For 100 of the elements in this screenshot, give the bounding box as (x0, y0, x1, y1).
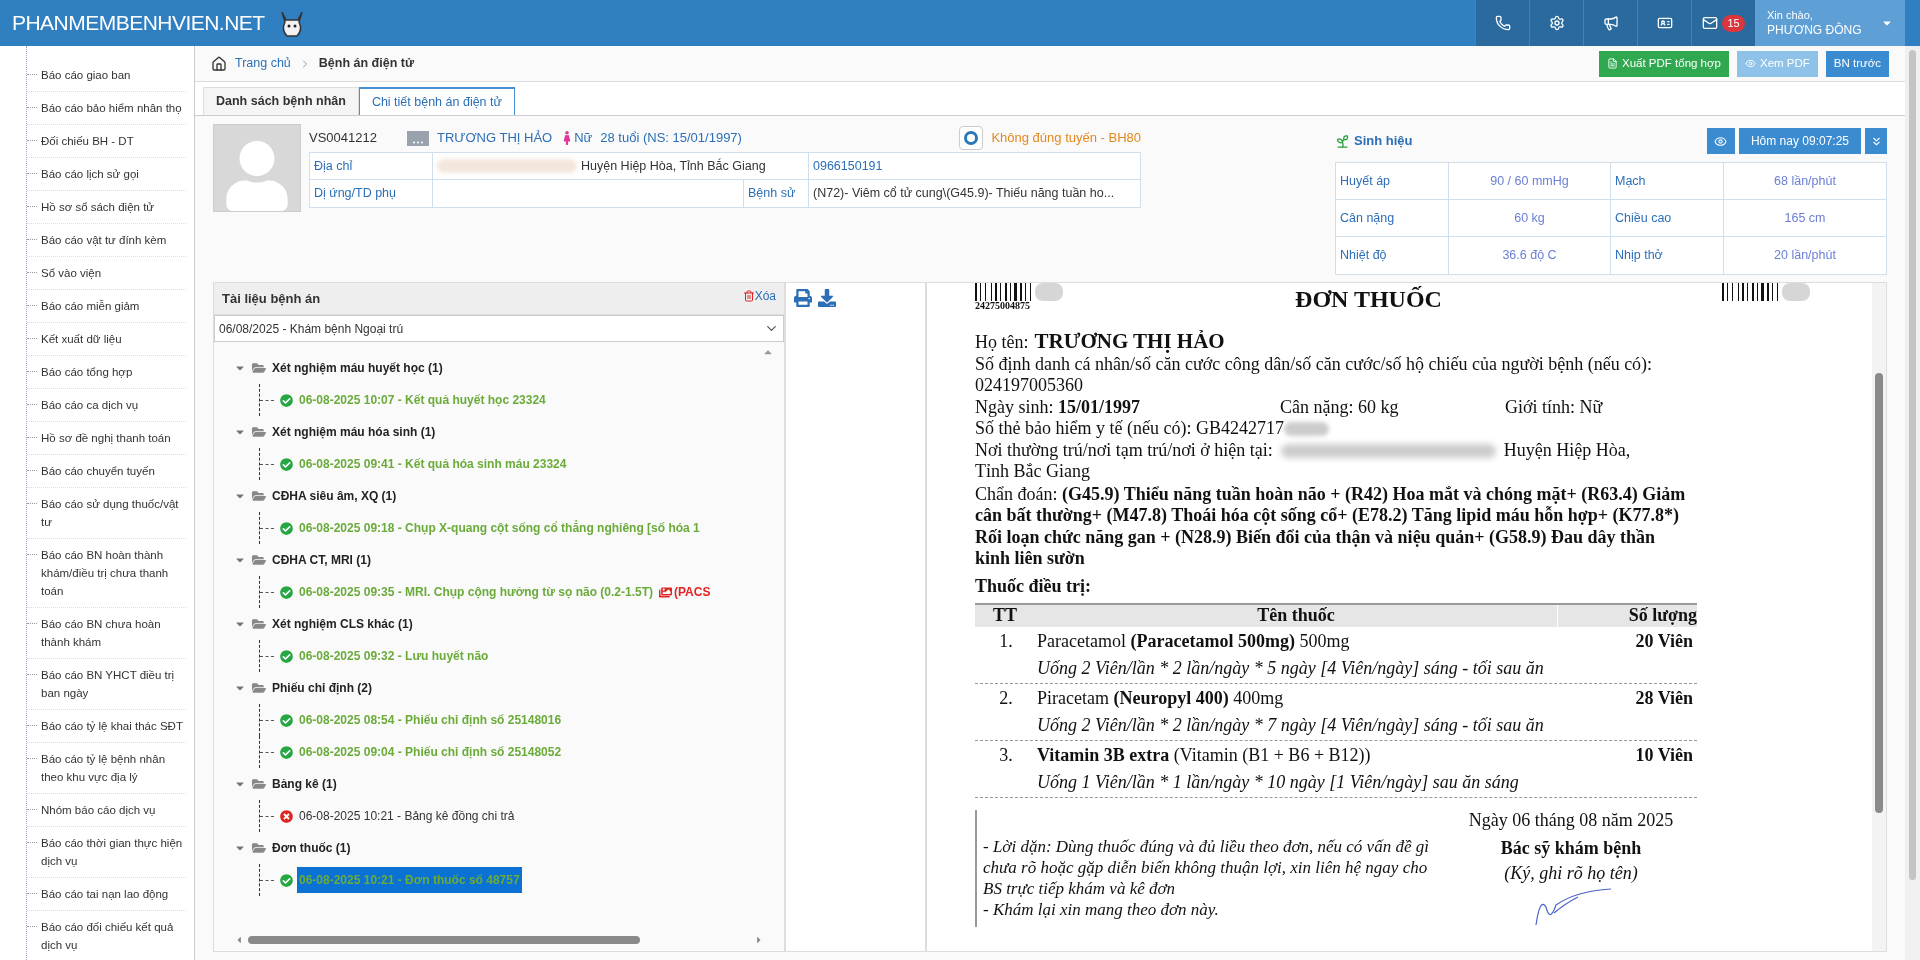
column-header: Tên thuốc (1256, 605, 1336, 627)
group-label: Xét nghiệm CLS khác (1) (272, 616, 413, 633)
megaphone-icon (1602, 15, 1619, 31)
folder-icon (252, 681, 266, 695)
sidebar-item[interactable]: Báo cáo tỷ lệ khai thác SĐT (41, 717, 186, 735)
sex-text: Giới tính: Nữ (1505, 396, 1603, 418)
address-text: Huyện Hiệp Hòa, (1503, 439, 1631, 460)
vital-value: 60 kg (1449, 200, 1611, 236)
diagnosis-text: Chẩn đoán: (G45.9) Thiểu năng tuần hoàn não + (R42) Hoa mắt và chóng mặt+ (R63.4) Giảm cân bất thường+ (M47.8) Thoái hóa cột sống cổ+ (E78.2) Tăng lipid máu hỗn hợp+ (K77.8*) Rối loạn chức năng gan + (N28.9) Biến đổi của thận và niệu quản+ (G58.9) Đau dây thần kinh liên sườn (975, 483, 1687, 570)
sidebar-item[interactable]: Báo cáo sử dụng thuốc/vật tư (41, 495, 186, 531)
sidebar-item[interactable]: Hồ sơ sổ sách điện tử (41, 198, 186, 216)
barcode-number: 24275004875 (975, 301, 1030, 311)
sidebar-item[interactable]: Đối chiếu BH - DT (41, 132, 186, 150)
vital-label: Nhiệt độ (1336, 237, 1449, 274)
drug-quantity: 28 Viên (1634, 688, 1694, 710)
address-value: Huyện Hiệp Hòa, Tỉnh Bắc Giang (581, 157, 766, 175)
download-button[interactable] (818, 289, 836, 307)
folder-icon (252, 489, 266, 503)
panel-title: Tài liệu bệnh án (222, 289, 322, 308)
id-line: Số định danh cá nhân/số căn cước công dân/số căn cước/số hộ chiếu của người bệnh (nếu có): 024197005360 (975, 353, 1654, 397)
sidebar-item[interactable]: Báo cáo tỷ lệ bệnh nhân theo khu vực địa lý (41, 750, 186, 786)
delete-button[interactable]: Xóa (742, 287, 776, 305)
insurance-text: Số thẻ bảo hiểm y tế (nếu có): GB4242717 (975, 418, 1284, 440)
sidebar-item[interactable]: Sổ vào viện (41, 264, 186, 282)
group-label: Đơn thuốc (1) (272, 840, 351, 857)
sidebar-item[interactable]: Báo cáo lịch sử gọi (41, 165, 186, 183)
patient-code: VS0041212 (309, 129, 378, 148)
sidebar-item[interactable]: Báo cáo BN hoàn thành khám/điều trị chưa thanh toán (41, 546, 186, 600)
sidebar-item[interactable]: Báo cáo tổng hợp (41, 363, 186, 381)
mail-icon (1702, 15, 1719, 31)
messages-button[interactable]: 15 (1691, 0, 1755, 46)
column-header: TT (992, 605, 1018, 627)
breadcrumb-link[interactable]: Trang chủ (235, 54, 291, 73)
folder-icon (252, 361, 266, 375)
vital-value: 20 lần/phút (1724, 237, 1886, 274)
drug-name: Piracetam (Neuropyl 400) 400mg (1037, 688, 1285, 710)
pacs-label: (PACS (674, 584, 711, 601)
group-label: Phiếu chỉ định (2) (272, 680, 372, 697)
row-index: 1. (998, 631, 1014, 653)
group-label: Xét nghiệm máu hóa sinh (1) (272, 424, 436, 441)
tab[interactable]: Chi tiết bệnh án điện tử (358, 87, 515, 115)
vitals-title: Sinh hiệu (1354, 132, 1413, 151)
breadcrumb-current: Bệnh án điện tử (318, 55, 414, 73)
column-header: Số lượng (1557, 605, 1697, 627)
redacted-block (1283, 421, 1329, 436)
vital-value: 36.6 độ C (1449, 237, 1611, 274)
document-item[interactable]: 06-08-2025 10:21 - Bảng kê đồng chi trả (297, 803, 517, 829)
weight-text: Cân nặng: 60 kg (1280, 396, 1400, 418)
sidebar-item[interactable]: Báo cáo giao ban (41, 66, 186, 84)
download-icon (818, 289, 836, 307)
field-label: Bệnh sử (744, 180, 809, 207)
vital-label: Huyết áp (1336, 163, 1449, 199)
sprout-icon (1335, 133, 1350, 149)
drug-usage: Uống 2 Viên/lần * 2 lần/ngày * 7 ngày [4 Viên/ngày] sáng - tối sau ăn (1037, 714, 1545, 736)
sidebar-item[interactable]: Báo cáo thời gian thực hiện dịch vụ (41, 834, 186, 870)
expand-button[interactable] (1865, 128, 1887, 154)
sidebar-item[interactable]: Báo cáo vật tư đính kèm (41, 231, 186, 249)
megaphone-button[interactable] (1583, 0, 1637, 46)
sidebar-item[interactable]: Báo cáo tai nạn lao động (41, 885, 186, 903)
patient-age: 28 tuổi (NS: 15/01/1997) (600, 129, 742, 148)
sidebar-item[interactable]: Hồ sơ đề nghị thanh toán (41, 429, 186, 447)
user-name: PHƯƠNG ĐÔNG (1767, 23, 1862, 38)
tab[interactable]: Danh sách bệnh nhân (203, 87, 359, 115)
barcode-icon (1722, 283, 1812, 301)
vertical-scrollbar[interactable] (1872, 283, 1886, 951)
field-label: Họ tên: (975, 332, 1029, 354)
view-button[interactable] (1706, 128, 1735, 154)
insurance-status: Không đúng tuyến - BH80 (991, 129, 1141, 148)
action-button[interactable]: BN trước (1825, 50, 1889, 77)
drug-name: Paracetamol (Paracetamol 500mg) 500mg (1037, 631, 1351, 653)
vital-label: Chiều cao (1611, 200, 1724, 236)
notification-badge: 15 (1722, 14, 1745, 32)
vital-value: 165 cm (1724, 200, 1886, 236)
card-icon (1656, 15, 1673, 31)
visit-select[interactable]: 06/08/2025 - Khám bệnh Ngoại trú (214, 315, 784, 342)
sidebar-item[interactable]: Báo cáo BN chưa hoàn thành khám (41, 615, 186, 651)
group-label: CĐHA siêu âm, XQ (1) (272, 488, 397, 505)
settings-button[interactable] (1529, 0, 1583, 46)
print-button[interactable] (794, 289, 812, 307)
sidebar-item[interactable]: Báo cáo đối chiếu kết quả dịch vụ (41, 918, 186, 954)
sidebar-item[interactable]: Báo cáo bảo hiểm nhân thọ (41, 99, 186, 117)
sidebar-item[interactable]: Báo cáo BN YHCT điều trị ban ngày (41, 666, 186, 702)
sidebar-item[interactable]: Báo cáo miễn giảm (41, 297, 186, 315)
time-button[interactable]: Hôm nay 09:07:25 (1738, 128, 1861, 154)
drug-quantity: 20 Viên (1634, 631, 1694, 653)
folder-icon (252, 777, 266, 791)
sidebar-item[interactable]: Báo cáo chuyển tuyến (41, 462, 186, 480)
sidebar-item[interactable]: Báo cáo ca dịch vụ (41, 396, 186, 414)
sidebar-item[interactable]: Kết xuất dữ liệu (41, 330, 186, 348)
birth-date: Ngày sinh: 15/01/1997 (975, 396, 1141, 418)
page-scrollbar[interactable] (1905, 46, 1920, 960)
phone-button[interactable] (1475, 0, 1529, 46)
vital-label: Nhịp thở (1611, 237, 1724, 274)
patient-name: TRƯƠNG THỊ HẢO (1034, 331, 1225, 353)
sidebar-item[interactable]: Nhóm báo cáo dịch vụ (41, 801, 186, 819)
drug-name: Vitamin 3B extra (Vitamin (B1 + B6 + B12)) (1037, 745, 1372, 767)
group-label: Xét nghiệm máu huyết học (1) (272, 360, 443, 377)
card-button[interactable] (1637, 0, 1691, 46)
group-label: Bảng kê (1) (272, 776, 337, 793)
images-icon (659, 585, 672, 599)
